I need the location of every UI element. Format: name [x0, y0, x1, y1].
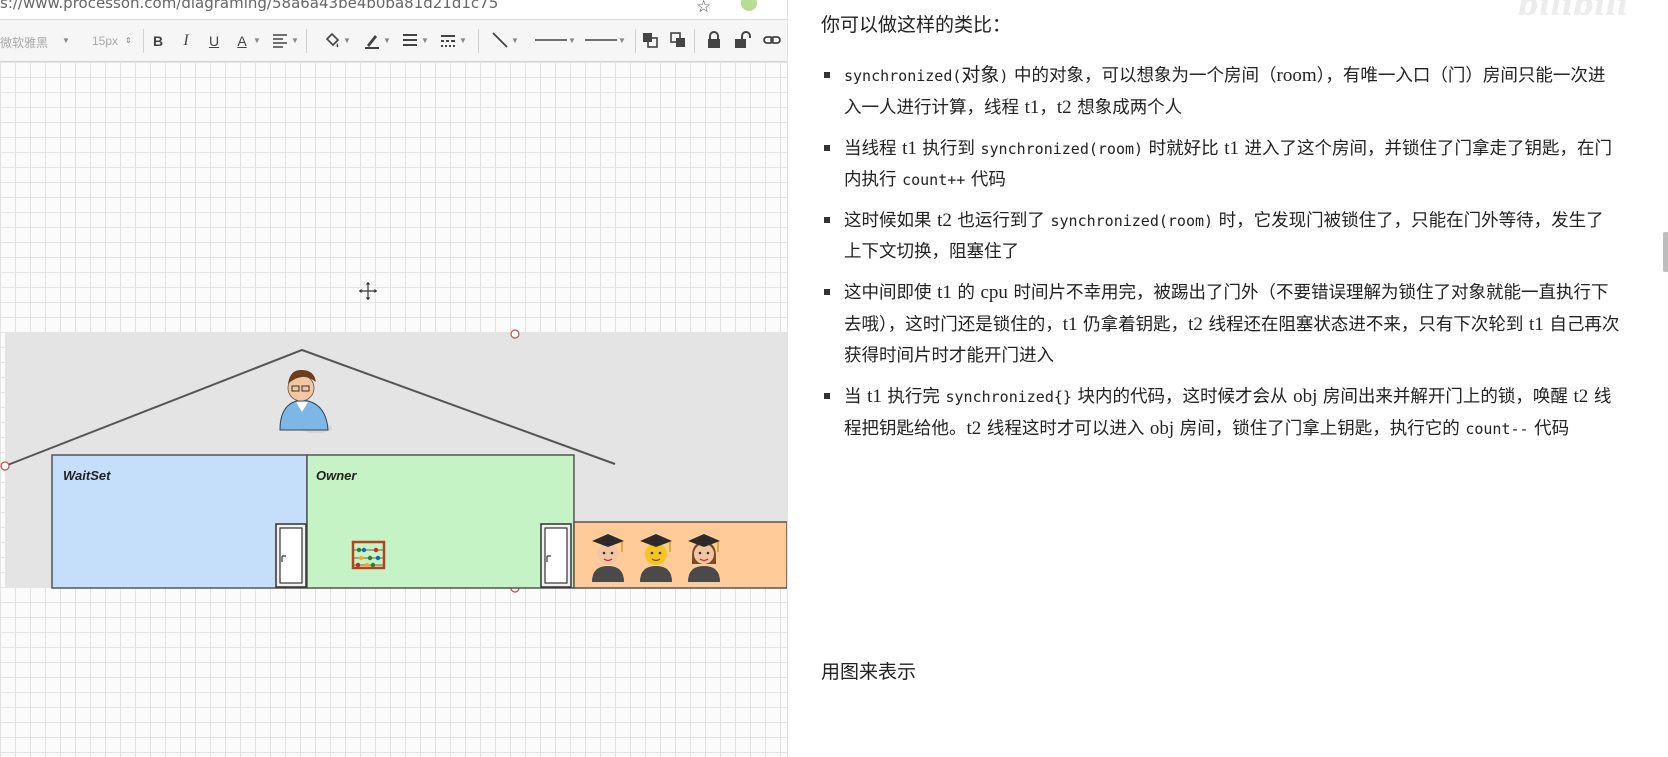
line-color-icon[interactable]: [362, 31, 382, 51]
owner-label: Owner: [316, 468, 357, 483]
list-item: synchronized(对象) 中的对象，可以想象为一个房间（room），有唯…: [821, 60, 1621, 124]
bold-button[interactable]: B: [148, 31, 168, 51]
bookmark-star-icon[interactable]: ☆: [696, 0, 711, 17]
diagram-canvas[interactable]: WaitSet Owner: [0, 62, 787, 757]
site-logo-watermark: bilibili: [1518, 0, 1629, 23]
underline-button[interactable]: U: [204, 31, 224, 51]
waitset-label: WaitSet: [63, 468, 111, 483]
list-item: 当 t1 执行完 synchronized{} 块内的代码，这时候才会从 obj…: [821, 381, 1621, 445]
bring-front-icon[interactable]: [640, 31, 660, 51]
toolbar-divider: [478, 29, 479, 53]
extension-icon[interactable]: [741, 0, 757, 11]
toolbar-divider: [306, 29, 307, 53]
intro-text: 你可以做这样的类比：: [821, 14, 1012, 36]
line-width-icon[interactable]: [400, 31, 420, 51]
line-width-dropdown-icon[interactable]: ▼: [421, 36, 429, 45]
font-family-select[interactable]: 微软雅黑: [0, 34, 48, 51]
fill-dropdown-icon[interactable]: ▼: [343, 36, 351, 45]
article-pane: bilibili 你可以做这样的类比： synchronized(对象) 中的对…: [787, 0, 1668, 757]
toolbar-divider: [694, 29, 695, 53]
connector-dropdown-icon[interactable]: ▼: [511, 36, 519, 45]
line-color-dropdown-icon[interactable]: ▼: [383, 36, 391, 45]
align-dropdown-icon[interactable]: ▼: [291, 36, 299, 45]
connector-icon[interactable]: [490, 31, 510, 51]
font-color-dropdown-icon[interactable]: ▼: [253, 36, 261, 45]
list-item: 这时候如果 t2 也运行到了 synchronized(room) 时，它发现门…: [821, 205, 1621, 268]
door-icon[interactable]: [275, 523, 307, 588]
move-cursor-icon: [357, 280, 379, 302]
resize-handle[interactable]: [0, 461, 10, 471]
analogy-list: synchronized(对象) 中的对象，可以想象为一个房间（room），有唯…: [821, 60, 1621, 454]
font-color-button[interactable]: A: [232, 31, 252, 51]
end-arrow-icon[interactable]: [583, 31, 619, 51]
line-style-dropdown-icon[interactable]: ▼: [459, 36, 467, 45]
font-size-select[interactable]: 15px: [92, 34, 118, 48]
font-size-spinner-icon[interactable]: ⇕: [125, 36, 132, 45]
door-icon[interactable]: [540, 523, 572, 588]
watermark-text: [1348, 0, 1353, 15]
fill-color-icon[interactable]: [322, 31, 342, 51]
student-icon: [688, 534, 720, 582]
editor-toolbar: 微软雅黑 ▼ 15px ⇕ B I U A ▼ ▼ ▼ ▼ ▼ ▼ ▼ ▼ ▼: [0, 21, 787, 62]
outro-text: 用图来表示: [821, 661, 917, 683]
address-bar[interactable]: s://www.processon.com/diagraming/58a6a43…: [0, 0, 787, 20]
italic-button[interactable]: I: [176, 31, 196, 51]
resize-handle[interactable]: [510, 329, 520, 339]
list-item: 这中间即使 t1 的 cpu 时间片不幸用完，被踢出了门外（不要错误理解为锁住了…: [821, 277, 1621, 372]
font-family-dropdown-icon[interactable]: ▼: [62, 36, 70, 45]
url-text[interactable]: s://www.processon.com/diagraming/58a6a43…: [0, 0, 498, 12]
align-icon[interactable]: [270, 31, 290, 51]
toolbar-divider: [143, 29, 144, 53]
lock-icon[interactable]: [704, 31, 724, 51]
link-icon[interactable]: [762, 31, 782, 51]
end-arrow-dropdown-icon[interactable]: ▼: [618, 36, 626, 45]
start-arrow-dropdown-icon[interactable]: ▼: [568, 36, 576, 45]
start-arrow-icon[interactable]: [533, 31, 569, 51]
toolbar-divider: [635, 29, 636, 53]
list-item: 当线程 t1 执行到 synchronized(room) 时就好比 t1 进入…: [821, 133, 1621, 196]
line-style-icon[interactable]: [438, 31, 458, 51]
scrollbar-thumb[interactable]: [1663, 232, 1668, 272]
monitor-house-diagram[interactable]: WaitSet Owner: [0, 320, 787, 610]
diagram-editor-pane: s://www.processon.com/diagraming/58a6a43…: [0, 0, 787, 757]
unlock-icon[interactable]: [732, 31, 752, 51]
send-back-icon[interactable]: [668, 31, 688, 51]
